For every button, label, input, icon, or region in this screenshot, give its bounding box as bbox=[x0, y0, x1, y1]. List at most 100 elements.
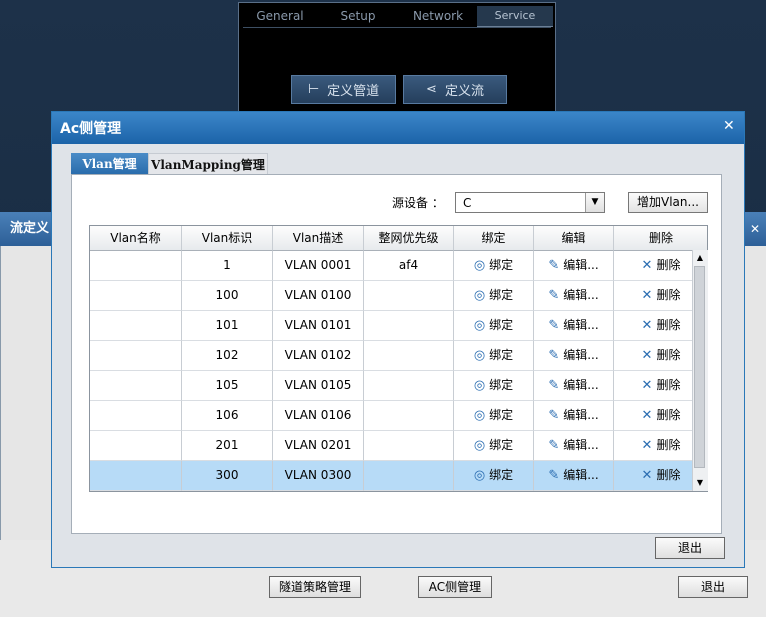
tab-vlan-management[interactable]: Vlan管理 bbox=[71, 153, 148, 175]
pencil-icon: ✎ bbox=[548, 258, 560, 273]
delete-label: 删除 bbox=[656, 378, 681, 392]
background-window: General Setup Network Service ⊢ 定义管道 ⋖ 定… bbox=[238, 2, 556, 112]
table-row[interactable]: 106 VLAN 0106 ◎ 绑定 ✎ 编辑... ✕ 删除 bbox=[90, 401, 707, 431]
tab-service[interactable]: Service bbox=[477, 6, 553, 27]
pencil-icon: ✎ bbox=[548, 378, 560, 393]
scrollbar-thumb[interactable] bbox=[694, 266, 705, 468]
dialog-title: Ac侧管理 bbox=[60, 121, 122, 137]
column-header[interactable]: 整网优先级 bbox=[364, 226, 454, 251]
delete-label: 删除 bbox=[656, 348, 681, 362]
tunnel-policy-button[interactable]: 隧道策略管理 bbox=[269, 576, 361, 598]
action-cell: ✎ 编辑... bbox=[534, 251, 614, 281]
table-row[interactable]: 101 VLAN 0101 ◎ 绑定 ✎ 编辑... ✕ 删除 bbox=[90, 311, 707, 341]
table-row[interactable]: 1 VLAN 0001 af4 ◎ 绑定 ✎ 编辑... ✕ 删除 bbox=[90, 251, 707, 281]
edit-label: 编辑... bbox=[563, 318, 599, 332]
delete-x-icon: ✕ bbox=[641, 318, 653, 333]
define-pipe-button[interactable]: ⊢ 定义管道 bbox=[291, 75, 396, 104]
edit-button[interactable]: ✎ 编辑... bbox=[548, 341, 598, 370]
action-cell: ✎ 编辑... bbox=[534, 341, 614, 371]
vlan-priority-cell bbox=[364, 371, 454, 401]
delete-x-icon: ✕ bbox=[641, 288, 653, 303]
close-icon[interactable]: ✕ bbox=[723, 118, 735, 134]
column-header[interactable]: Vlan标识 bbox=[182, 226, 273, 251]
vlan-id-cell: 1 bbox=[182, 251, 273, 281]
scroll-up-icon[interactable]: ▲ bbox=[693, 251, 707, 265]
delete-button[interactable]: ✕ 删除 bbox=[642, 341, 681, 370]
close-icon[interactable]: ✕ bbox=[744, 212, 766, 246]
action-cell: ✎ 编辑... bbox=[534, 311, 614, 341]
column-header[interactable]: Vlan描述 bbox=[273, 226, 364, 251]
table-row[interactable]: 201 VLAN 0201 ◎ 绑定 ✎ 编辑... ✕ 删除 bbox=[90, 431, 707, 461]
edit-label: 编辑... bbox=[563, 288, 599, 302]
delete-button[interactable]: ✕ 删除 bbox=[642, 431, 681, 460]
table-row[interactable]: 105 VLAN 0105 ◎ 绑定 ✎ 编辑... ✕ 删除 bbox=[90, 371, 707, 401]
bind-button[interactable]: ◎ 绑定 bbox=[474, 251, 513, 280]
edit-label: 编辑... bbox=[563, 408, 599, 422]
edit-label: 编辑... bbox=[563, 348, 599, 362]
pencil-icon: ✎ bbox=[548, 438, 560, 453]
vlan-priority-cell bbox=[364, 431, 454, 461]
pencil-icon: ✎ bbox=[548, 408, 560, 423]
bind-button[interactable]: ◎ 绑定 bbox=[474, 401, 513, 430]
source-device-select[interactable]: C ▼ bbox=[455, 192, 605, 213]
source-device-value: C bbox=[463, 196, 472, 210]
vlan-id-cell: 100 bbox=[182, 281, 273, 311]
tab-general[interactable]: General bbox=[243, 6, 317, 26]
bind-icon: ◎ bbox=[473, 318, 486, 333]
define-flow-button[interactable]: ⋖ 定义流 bbox=[403, 75, 507, 104]
bind-button[interactable]: ◎ 绑定 bbox=[474, 341, 513, 370]
vlan-priority-cell bbox=[364, 341, 454, 371]
scroll-down-icon[interactable]: ▼ bbox=[693, 476, 707, 490]
column-header[interactable]: 绑定 bbox=[454, 226, 534, 251]
add-vlan-button[interactable]: 增加Vlan... bbox=[628, 192, 708, 213]
vlan-desc-cell: VLAN 0100 bbox=[273, 281, 364, 311]
delete-button[interactable]: ✕ 删除 bbox=[642, 461, 681, 490]
edit-label: 编辑... bbox=[563, 468, 599, 482]
column-header[interactable]: 删除 bbox=[614, 226, 707, 251]
edit-button[interactable]: ✎ 编辑... bbox=[548, 281, 598, 310]
chevron-down-icon[interactable]: ▼ bbox=[585, 193, 604, 212]
edit-button[interactable]: ✎ 编辑... bbox=[548, 251, 598, 280]
ac-side-button[interactable]: AC侧管理 bbox=[418, 576, 492, 598]
tab-setup[interactable]: Setup bbox=[319, 6, 397, 26]
bind-button[interactable]: ◎ 绑定 bbox=[474, 431, 513, 460]
define-flow-label: 定义流 bbox=[444, 84, 484, 99]
column-header[interactable]: 编辑 bbox=[534, 226, 614, 251]
tab-vlanmapping-management[interactable]: VlanMapping管理 bbox=[148, 153, 268, 175]
delete-button[interactable]: ✕ 删除 bbox=[642, 251, 681, 280]
dialog-exit-button[interactable]: 退出 bbox=[655, 537, 725, 559]
tab-network[interactable]: Network bbox=[399, 6, 477, 26]
bind-label: 绑定 bbox=[489, 378, 514, 392]
edit-button[interactable]: ✎ 编辑... bbox=[548, 401, 598, 430]
delete-button[interactable]: ✕ 删除 bbox=[642, 311, 681, 340]
delete-button[interactable]: ✕ 删除 bbox=[642, 281, 681, 310]
delete-label: 删除 bbox=[656, 288, 681, 302]
delete-button[interactable]: ✕ 删除 bbox=[642, 401, 681, 430]
vlan-id-cell: 201 bbox=[182, 431, 273, 461]
bind-button[interactable]: ◎ 绑定 bbox=[474, 311, 513, 340]
edit-button[interactable]: ✎ 编辑... bbox=[548, 431, 598, 460]
source-device-label: 源设备 ： bbox=[392, 196, 444, 210]
edit-button[interactable]: ✎ 编辑... bbox=[548, 311, 598, 340]
vlan-desc-cell: VLAN 0001 bbox=[273, 251, 364, 281]
pencil-icon: ✎ bbox=[548, 318, 560, 333]
delete-button[interactable]: ✕ 删除 bbox=[642, 371, 681, 400]
bind-button[interactable]: ◎ 绑定 bbox=[474, 461, 513, 490]
vlan-desc-cell: VLAN 0201 bbox=[273, 431, 364, 461]
bind-button[interactable]: ◎ 绑定 bbox=[474, 371, 513, 400]
table-row[interactable]: 102 VLAN 0102 ◎ 绑定 ✎ 编辑... ✕ 删除 bbox=[90, 341, 707, 371]
action-cell: ◎ 绑定 bbox=[454, 371, 534, 401]
edit-label: 编辑... bbox=[563, 258, 599, 272]
action-cell: ✎ 编辑... bbox=[534, 401, 614, 431]
table-row[interactable]: 100 VLAN 0100 ◎ 绑定 ✎ 编辑... ✕ 删除 bbox=[90, 281, 707, 311]
column-header[interactable]: Vlan名称 bbox=[90, 226, 182, 251]
edit-button[interactable]: ✎ 编辑... bbox=[548, 371, 598, 400]
edit-button[interactable]: ✎ 编辑... bbox=[548, 461, 598, 490]
vlan-id-cell: 101 bbox=[182, 311, 273, 341]
edit-label: 编辑... bbox=[563, 378, 599, 392]
outer-exit-button[interactable]: 退出 bbox=[678, 576, 748, 598]
table-row[interactable]: 300 VLAN 0300 ◎ 绑定 ✎ 编辑... ✕ 删除 bbox=[90, 461, 707, 491]
action-cell: ✎ 编辑... bbox=[534, 431, 614, 461]
vlan-name-cell bbox=[90, 461, 182, 491]
bind-button[interactable]: ◎ 绑定 bbox=[474, 281, 513, 310]
